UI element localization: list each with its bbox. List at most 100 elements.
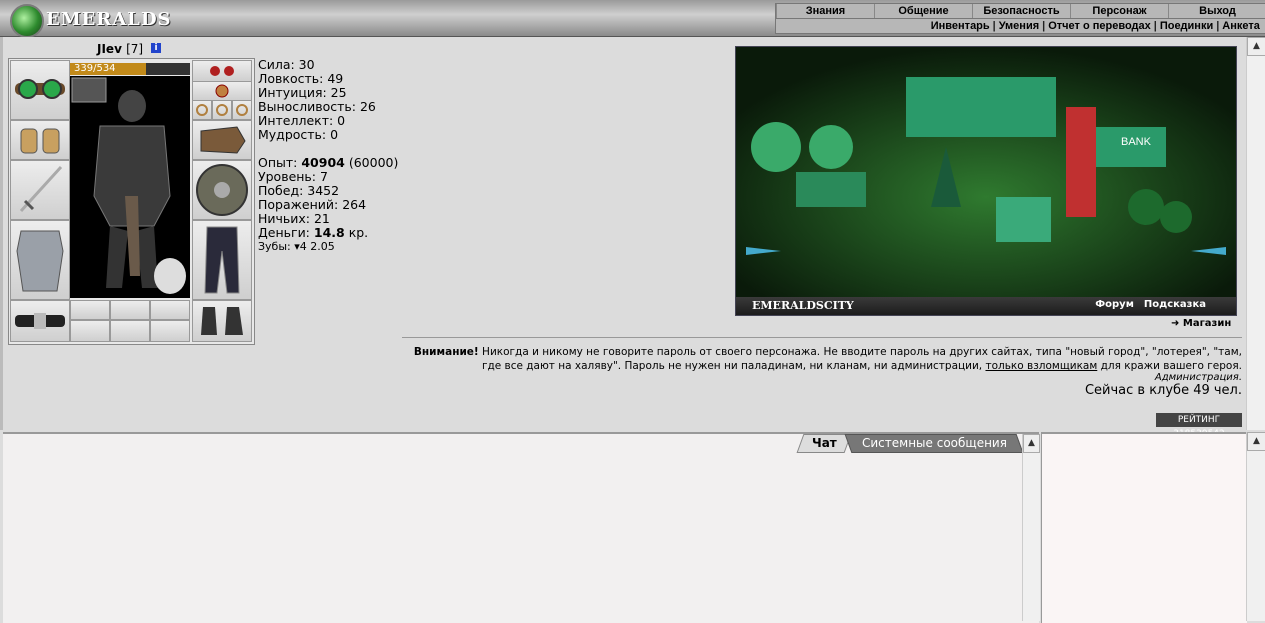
gloves-icon bbox=[200, 126, 246, 154]
divider bbox=[402, 337, 1242, 338]
empty-slot[interactable] bbox=[110, 320, 150, 342]
palace-building[interactable] bbox=[906, 77, 1056, 137]
empty-slot[interactable] bbox=[150, 320, 190, 342]
stat-wisdom: Мудрость: 0 bbox=[258, 127, 339, 142]
city-scene: BANK bbox=[736, 47, 1236, 297]
chainmail-icon bbox=[16, 230, 64, 292]
stat-level: Уровень: 7 bbox=[258, 169, 328, 184]
online-count: Сейчас в клубе 49 чел. bbox=[1084, 383, 1242, 398]
stat-intellect: Интеллект: 0 bbox=[258, 113, 346, 128]
bracers-icon bbox=[20, 128, 60, 154]
sub-menu: Инвентарь | Умения | Отчет о переводах | Поеди… bbox=[775, 18, 1265, 34]
belt-slot[interactable] bbox=[10, 300, 70, 342]
bank-label: BANK bbox=[1121, 136, 1152, 148]
empty-slot[interactable] bbox=[150, 300, 190, 320]
gloves-slot[interactable] bbox=[192, 120, 252, 160]
menu-security[interactable]: Безопасность bbox=[972, 4, 1070, 18]
ring-slot-3[interactable] bbox=[232, 100, 252, 120]
city-bar: EMERALDSCITY Форум Подсказка bbox=[736, 297, 1236, 315]
menu-exit[interactable]: Выход bbox=[1168, 4, 1265, 18]
stat-endurance: Выносливость: 26 bbox=[258, 99, 376, 114]
upper-scrollbar[interactable]: ▲ bbox=[1246, 37, 1265, 430]
forum-link[interactable]: Форум bbox=[1095, 299, 1134, 310]
rating-badge[interactable]: РЕЙТИНГ 318539542 bbox=[1156, 413, 1242, 439]
shield-slot[interactable] bbox=[192, 160, 252, 220]
logo-text: EMERALDS bbox=[46, 9, 172, 30]
pants-slot[interactable] bbox=[192, 220, 252, 300]
stat-wins: Побед: 3452 bbox=[258, 183, 340, 198]
stats-list: Сила: 30 Ловкость: 49 Интуиция: 25 Вынос… bbox=[258, 58, 398, 254]
top-bar: EMERALDS Знания Общение Безопасность Пер… bbox=[0, 0, 1265, 38]
earrings-slot[interactable] bbox=[192, 60, 252, 82]
dome-building[interactable] bbox=[751, 122, 801, 172]
earrings-icon bbox=[210, 66, 234, 76]
character-name: JIev [7] bbox=[97, 42, 144, 56]
arrow-right-icon: ➜ bbox=[1171, 318, 1183, 329]
user-list[interactable] bbox=[1041, 432, 1247, 623]
shield-icon bbox=[196, 164, 248, 216]
stat-money: Деньги: 14.8 кр. bbox=[258, 225, 369, 240]
stat-draws: Ничьих: 21 bbox=[258, 211, 330, 226]
chat-scrollbar[interactable]: ▲ bbox=[1022, 434, 1040, 621]
character-figure bbox=[70, 76, 190, 298]
chat-area[interactable] bbox=[3, 432, 1039, 623]
dome-building[interactable] bbox=[809, 125, 853, 169]
menu-character[interactable]: Персонаж bbox=[1070, 4, 1168, 18]
ring-slot-2[interactable] bbox=[212, 100, 232, 120]
bracers-slot[interactable] bbox=[10, 120, 70, 160]
ring-icon bbox=[216, 104, 228, 116]
menu-knowledge[interactable]: Знания bbox=[776, 4, 874, 18]
info-icon[interactable]: i bbox=[151, 43, 161, 53]
character-level: [7] bbox=[126, 42, 144, 56]
empty-slot[interactable] bbox=[70, 300, 110, 320]
stat-losses: Поражений: 264 bbox=[258, 197, 367, 212]
pagoda-building[interactable] bbox=[1066, 107, 1096, 217]
knight-figure-icon bbox=[71, 77, 186, 294]
ring-icon bbox=[196, 104, 208, 116]
amulet-slot[interactable] bbox=[192, 81, 252, 101]
submenu-profile[interactable]: Анкета bbox=[1222, 20, 1260, 32]
stat-teeth: Зубы: ▾4 2.05 bbox=[258, 240, 335, 253]
stat-strength: Сила: 30 bbox=[258, 57, 315, 72]
hint-link[interactable]: Подсказка bbox=[1144, 299, 1206, 310]
workshop-building[interactable] bbox=[996, 197, 1051, 242]
shop-building[interactable] bbox=[796, 172, 866, 207]
city-name: EMERALDSCITY bbox=[752, 299, 854, 312]
goggles-icon bbox=[15, 79, 65, 99]
amulet-icon bbox=[215, 84, 229, 98]
empty-slot[interactable] bbox=[70, 320, 110, 342]
empty-slot[interactable] bbox=[110, 300, 150, 320]
hackers-link[interactable]: только взломщикам bbox=[985, 360, 1097, 372]
scroll-up-icon[interactable]: ▲ bbox=[1023, 434, 1040, 453]
stat-agility: Ловкость: 49 bbox=[258, 71, 344, 86]
submenu-transfers[interactable]: Отчет о переводах bbox=[1048, 20, 1151, 32]
ring-icon bbox=[236, 104, 248, 116]
boots-slot[interactable] bbox=[192, 300, 252, 342]
tab-system-messages[interactable]: Системные сообщения bbox=[844, 434, 1024, 453]
emerald-logo-icon bbox=[10, 4, 44, 38]
hp-text: 339/534 bbox=[74, 63, 116, 74]
admin-signature: Администрация. bbox=[1154, 372, 1242, 383]
security-warning: Внимание! Никогда и никому не говорите п… bbox=[413, 346, 1242, 372]
boots-icon bbox=[201, 307, 243, 335]
tab-chat[interactable]: Чат bbox=[796, 434, 852, 453]
helmet-slot[interactable] bbox=[10, 60, 70, 120]
submenu-skills[interactable]: Умения bbox=[999, 20, 1039, 32]
submenu-inventory[interactable]: Инвентарь bbox=[931, 20, 990, 32]
belt-icon bbox=[15, 313, 65, 329]
scroll-up-icon[interactable]: ▲ bbox=[1247, 37, 1265, 56]
stat-experience: Опыт: 40904 (60000) bbox=[258, 155, 399, 170]
shop-link[interactable]: ➜ Магазин bbox=[1171, 318, 1231, 329]
logo: EMERALDS bbox=[6, 2, 171, 38]
armor-slot[interactable] bbox=[10, 220, 70, 300]
scroll-up-icon[interactable]: ▲ bbox=[1247, 432, 1265, 451]
ring-slot-1[interactable] bbox=[192, 100, 212, 120]
city-map[interactable]: BANK EMERALDSCITY Форум Подсказка bbox=[735, 46, 1237, 316]
menu-communication[interactable]: Общение bbox=[874, 4, 972, 18]
sword-icon bbox=[19, 165, 63, 213]
userlist-scrollbar[interactable]: ▲ bbox=[1246, 432, 1265, 621]
stat-intuition: Интуиция: 25 bbox=[258, 85, 347, 100]
main-menu: Знания Общение Безопасность Персонаж Вых… bbox=[775, 3, 1265, 19]
weapon-slot[interactable] bbox=[10, 160, 70, 220]
submenu-fights[interactable]: Поединки bbox=[1160, 20, 1213, 32]
